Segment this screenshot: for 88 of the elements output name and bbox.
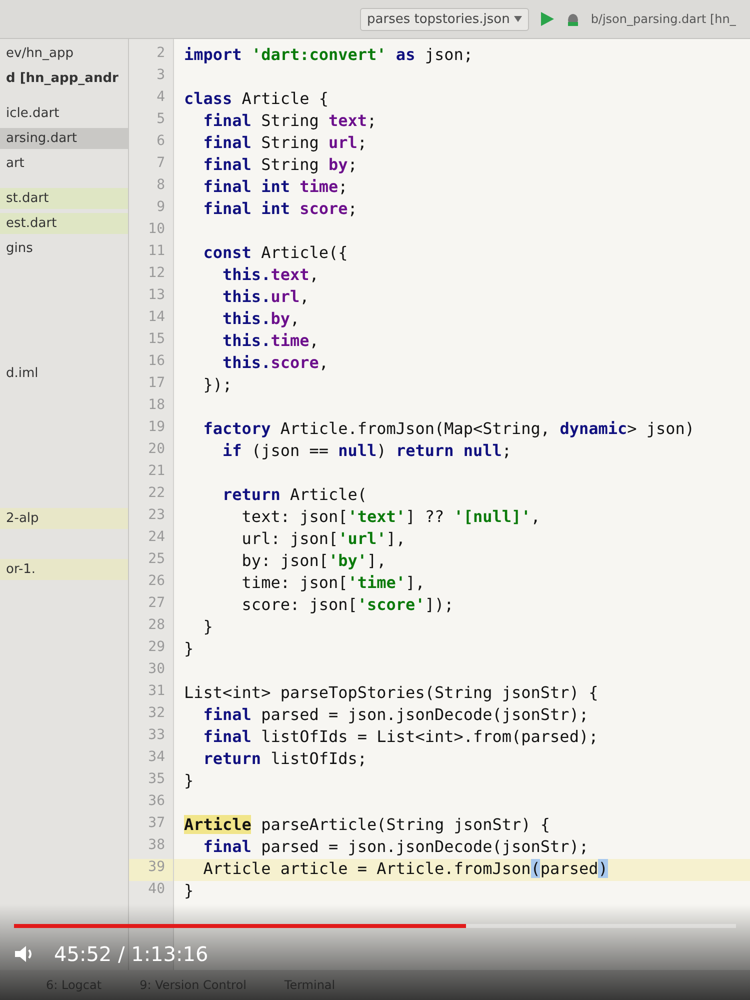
- code-line: });: [202, 375, 234, 396]
- line-number: 16: [147, 353, 166, 371]
- project-tree-item[interactable]: 2-alp: [0, 508, 128, 529]
- project-tree-item[interactable]: arsing.dart: [0, 128, 128, 149]
- progress-track[interactable]: [14, 924, 736, 928]
- code-line: text: json['text'] ?? '[null]',: [240, 507, 542, 528]
- project-tree-item[interactable]: d.iml: [0, 363, 128, 384]
- line-number: 23: [147, 507, 166, 525]
- code-line: time: json['time'],: [240, 573, 426, 594]
- line-number: 24: [147, 529, 166, 547]
- line-number: 20: [147, 441, 166, 459]
- code-line: final String by;: [202, 155, 358, 176]
- window-title: b/json_parsing.dart [hn_: [590, 12, 736, 26]
- code-line: return Article(: [222, 485, 368, 506]
- line-number: 10: [147, 221, 166, 239]
- line-number: 27: [147, 595, 166, 613]
- line-number: 8: [156, 177, 166, 195]
- line-number: 28: [147, 617, 166, 635]
- code-line: this.by,: [222, 309, 301, 330]
- code-line: }: [183, 639, 195, 660]
- code-line: this.url,: [222, 287, 310, 308]
- line-number: 33: [147, 727, 166, 745]
- project-tree-item[interactable]: gins: [0, 238, 128, 259]
- line-number: 3: [156, 67, 166, 85]
- line-number: 26: [147, 573, 166, 591]
- line-number: 36: [147, 793, 166, 811]
- line-number: 39: [129, 859, 173, 881]
- code-line: const Article({: [202, 243, 349, 264]
- line-number: 35: [147, 771, 166, 789]
- code-line: final String text;: [202, 111, 378, 132]
- line-number: 38: [147, 837, 166, 855]
- line-number: 40: [147, 881, 166, 899]
- line-number: 21: [147, 463, 166, 481]
- caret-icon: [514, 16, 522, 22]
- line-number: 31: [147, 683, 166, 701]
- code-line: Article parseArticle(String jsonStr) {: [183, 815, 552, 836]
- project-tree-item[interactable]: or-1.: [0, 559, 128, 580]
- code-line: this.time,: [222, 331, 320, 352]
- code-line: final listOfIds = List<int>.from(parsed);: [202, 727, 600, 748]
- line-number: 34: [147, 749, 166, 767]
- project-tree-item[interactable]: d [hn_app_andr: [0, 68, 128, 89]
- code-line: final String url;: [202, 133, 368, 154]
- code-line: this.score,: [222, 353, 330, 374]
- code-line: List<int> parseTopStories(String jsonStr) {: [183, 683, 600, 704]
- code-line: by: json['by'],: [240, 551, 388, 572]
- line-number: 6: [156, 133, 166, 151]
- video-time: 45:52 / 1:13:16: [54, 942, 208, 966]
- line-number: 22: [147, 485, 166, 503]
- code-line: import 'dart:convert' as json;: [183, 45, 474, 66]
- run-icon[interactable]: [538, 11, 555, 27]
- line-number: 2: [156, 45, 166, 63]
- line-number: 17: [147, 375, 166, 393]
- line-number: 7: [156, 155, 166, 173]
- project-tree-item[interactable]: art: [0, 153, 128, 174]
- code-line: this.text,: [222, 265, 320, 286]
- code-line: factory Article.fromJson(Map<String, dynamic> json): [202, 419, 696, 440]
- code-line: if (json == null) return null;: [222, 441, 513, 462]
- code-line: final parsed = json.jsonDecode(jsonStr);: [202, 705, 590, 726]
- run-config-dropdown[interactable]: parses topstories.json: [360, 8, 529, 30]
- project-tree-item[interactable]: est.dart: [0, 213, 128, 234]
- code-line: class Article {: [183, 89, 330, 110]
- code-line: return listOfIds;: [202, 749, 368, 770]
- code-line: }: [183, 771, 195, 792]
- code-line: score: json['score']);: [240, 595, 455, 616]
- code-line: final int score;: [202, 199, 358, 220]
- code-line: final parsed = json.jsonDecode(jsonStr);: [202, 837, 590, 858]
- project-tree-item[interactable]: st.dart: [0, 188, 128, 209]
- line-number: 30: [147, 661, 166, 679]
- line-number: 19: [147, 419, 166, 437]
- line-number: 13: [147, 287, 166, 305]
- line-number: 11: [147, 243, 166, 261]
- line-number: 12: [147, 265, 166, 283]
- code-line: final int time;: [202, 177, 349, 198]
- line-number: 18: [147, 397, 166, 415]
- line-number: 32: [147, 705, 166, 723]
- line-number: 5: [156, 111, 166, 129]
- code-line: url: json['url'],: [240, 529, 407, 550]
- line-number: 14: [147, 309, 166, 327]
- project-tree-item[interactable]: ev/hn_app: [0, 43, 128, 64]
- project-tree-item[interactable]: icle.dart: [0, 103, 128, 124]
- line-number: 25: [147, 551, 166, 569]
- code-line: }: [202, 617, 214, 638]
- line-number: 37: [147, 815, 166, 833]
- line-number: 29: [147, 639, 166, 657]
- code-line: }: [183, 881, 195, 902]
- line-number: 15: [147, 331, 166, 349]
- line-number: 9: [156, 199, 166, 217]
- line-number: 4: [156, 89, 166, 107]
